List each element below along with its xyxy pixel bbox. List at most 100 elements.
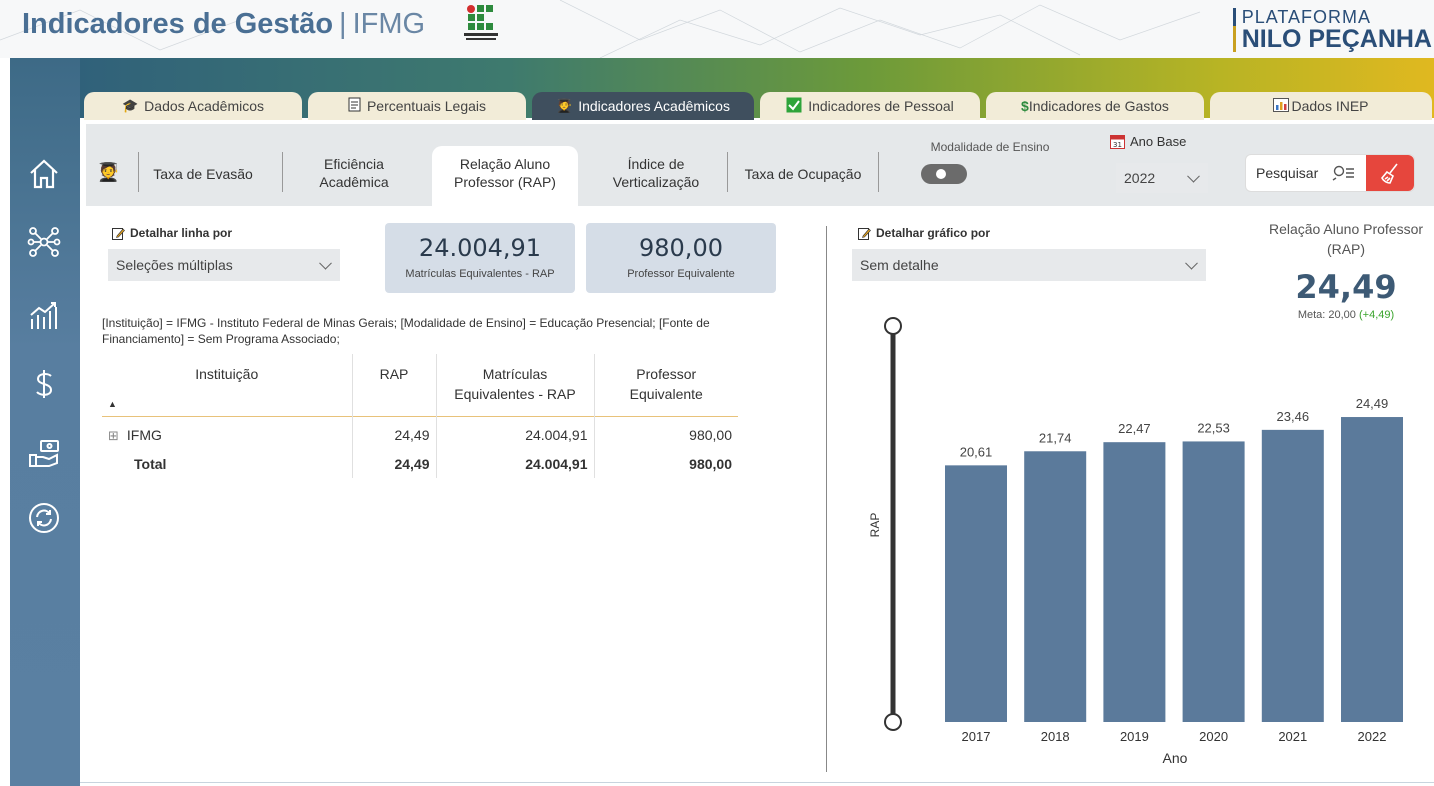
col-header-matriculas[interactable]: Matrículas Equivalentes - RAP (436, 354, 595, 416)
subnav-label-line2: Acadêmica (319, 174, 389, 190)
kpi-matriculas-label: Matrículas Equivalentes - RAP (405, 268, 555, 280)
x-tick-2018: 2018 (1041, 729, 1070, 744)
x-tick-2022: 2022 (1358, 729, 1387, 744)
divider (878, 152, 879, 192)
edit-icon (858, 227, 871, 240)
table-total-row: Total 24,49 24.004,91 980,00 (102, 449, 738, 478)
tab-dados-academicos[interactable]: 🎓 Dados Acadêmicos (84, 92, 302, 120)
broom-icon (1381, 163, 1398, 184)
cell-rap: 24,49 (352, 416, 437, 450)
tab-label: Dados INEP (1291, 98, 1369, 114)
expand-icon[interactable]: ⊞ (108, 428, 119, 443)
instituto-federal-logo (464, 5, 498, 40)
x-tick-2021: 2021 (1278, 729, 1307, 744)
search-label: Pesquisar (1256, 165, 1319, 181)
detalhar-grafico-select[interactable]: Sem detalhe (852, 249, 1206, 281)
institution-name: IFMG (126, 426, 162, 443)
col-header-rap[interactable]: RAP (352, 354, 437, 416)
bar-2022[interactable] (1341, 417, 1403, 722)
tab-percentuais-legais[interactable]: Percentuais Legais (308, 92, 526, 120)
col-header-label: Instituição (195, 366, 259, 382)
tab-dados-inep[interactable]: Dados INEP (1210, 92, 1432, 120)
calendar-icon: 31 (1110, 135, 1125, 149)
tab-indicadores-academicos[interactable]: 🧑‍🎓 Indicadores Acadêmicos (532, 92, 754, 120)
cell-professor: 980,00 (689, 427, 732, 443)
bar-chart-icon (1273, 97, 1290, 115)
kpi-matriculas-value: 24.004,91 (418, 234, 542, 262)
chevron-down-icon (319, 256, 332, 270)
detalhar-grafico-value: Sem detalhe (860, 257, 939, 273)
ano-base-text: Ano Base (1130, 134, 1187, 149)
total-label: Total (102, 449, 353, 478)
bar-2021[interactable] (1261, 429, 1324, 722)
section-divider (826, 226, 827, 772)
title-text: Indicadores de Gestão (22, 8, 334, 40)
ano-base-value: 2022 (1124, 170, 1156, 186)
home-icon[interactable] (24, 154, 64, 194)
kpi-professor-value: 980,00 (639, 234, 723, 262)
tab-indicadores-pessoal[interactable]: Indicadores de Pessoal (760, 92, 980, 120)
slider-handle-top (884, 317, 902, 335)
trend-chart-icon[interactable] (24, 296, 64, 336)
rap-card-value: 24,49 (1295, 268, 1397, 306)
document-icon (348, 97, 361, 115)
data-label-2018: 21,74 (1039, 430, 1072, 445)
col-header-instituicao[interactable]: Instituição ▲ (102, 354, 353, 416)
subnav-eficiencia-academica[interactable]: Eficiência Acadêmica (296, 155, 412, 191)
col-header-professor[interactable]: Professor Equivalente (594, 354, 738, 416)
x-tick-2017: 2017 (962, 729, 991, 744)
x-axis-label: Ano (1163, 750, 1188, 766)
student-icon: 🧑‍🎓 (556, 98, 573, 113)
tab-label: Indicadores Acadêmicos (578, 98, 730, 114)
network-icon[interactable] (24, 222, 64, 262)
bottom-border (80, 782, 1434, 783)
tab-indicadores-gastos[interactable]: $ Indicadores de Gastos (986, 92, 1204, 120)
search-list-icon (1332, 165, 1354, 181)
refresh-icon[interactable] (24, 498, 64, 538)
subnav-taxa-ocupacao[interactable]: Taxa de Ocupação (732, 165, 874, 183)
platform-line2: NILO PEÇANHA (1232, 26, 1432, 52)
subnav-rap[interactable]: Relação Aluno Professor (RAP) (432, 146, 578, 206)
tab-label: Indicadores de Gastos (1028, 98, 1169, 114)
hand-money-icon[interactable] (24, 432, 64, 472)
title-separator: | (339, 8, 347, 40)
bar-2019[interactable] (1103, 442, 1166, 722)
sort-asc-icon[interactable]: ▲ (108, 394, 117, 414)
tab-label: Dados Acadêmicos (144, 98, 265, 114)
subnav-label-line1: Relação Aluno (459, 156, 551, 172)
divider (727, 152, 728, 192)
ano-base-select[interactable]: 2022 (1116, 163, 1208, 193)
student-icon: 🧑‍🎓 (97, 162, 120, 182)
dollar-icon[interactable] (24, 364, 64, 404)
bar-2017[interactable] (945, 465, 1007, 722)
org-name: IFMG (352, 8, 426, 40)
search-box[interactable]: Pesquisar (1245, 154, 1415, 192)
detalhar-grafico-text: Detalhar gráfico por (876, 226, 991, 240)
tab-label: Percentuais Legais (366, 98, 487, 114)
rap-table: Instituição ▲ RAP Matrículas Equivalente… (102, 354, 738, 478)
subnav-label-line2: Professor (RAP) (454, 174, 556, 190)
data-label-2022: 24,49 (1356, 396, 1389, 411)
col-header-label-line1: Professor (636, 366, 697, 382)
svg-text:31: 31 (1113, 141, 1122, 149)
platform-line1: PLATAFORMA (1232, 8, 1432, 26)
graduation-cap-icon: 🎓 (121, 98, 139, 113)
detalhar-linha-select[interactable]: Seleções múltiplas (108, 249, 340, 281)
table-row[interactable]: ⊞ IFMG 24,49 24.004,91 980,00 (102, 416, 738, 450)
data-label-2017: 20,61 (960, 444, 993, 459)
kpi-professor-card: 980,00 Professor Equivalente (586, 223, 776, 293)
modalidade-toggle[interactable] (921, 164, 967, 184)
subnav-label: Taxa de Evasão (153, 166, 253, 182)
bar-2018[interactable] (1024, 451, 1087, 722)
bar-2020[interactable] (1182, 441, 1245, 722)
subnav-taxa-evasao[interactable]: Taxa de Evasão (144, 165, 262, 183)
chevron-down-icon (1185, 256, 1198, 270)
checkbox-icon (786, 97, 802, 116)
col-header-label: RAP (379, 366, 409, 382)
subnav-verticalizacao[interactable]: Índice de Verticalização (596, 155, 716, 191)
clear-filters-button[interactable] (1366, 155, 1414, 191)
subnav-label-line2: Verticalização (612, 174, 700, 190)
subnav-label-line1: Eficiência (324, 156, 384, 172)
divider (138, 152, 139, 192)
y-axis-label: RAP (868, 513, 882, 538)
